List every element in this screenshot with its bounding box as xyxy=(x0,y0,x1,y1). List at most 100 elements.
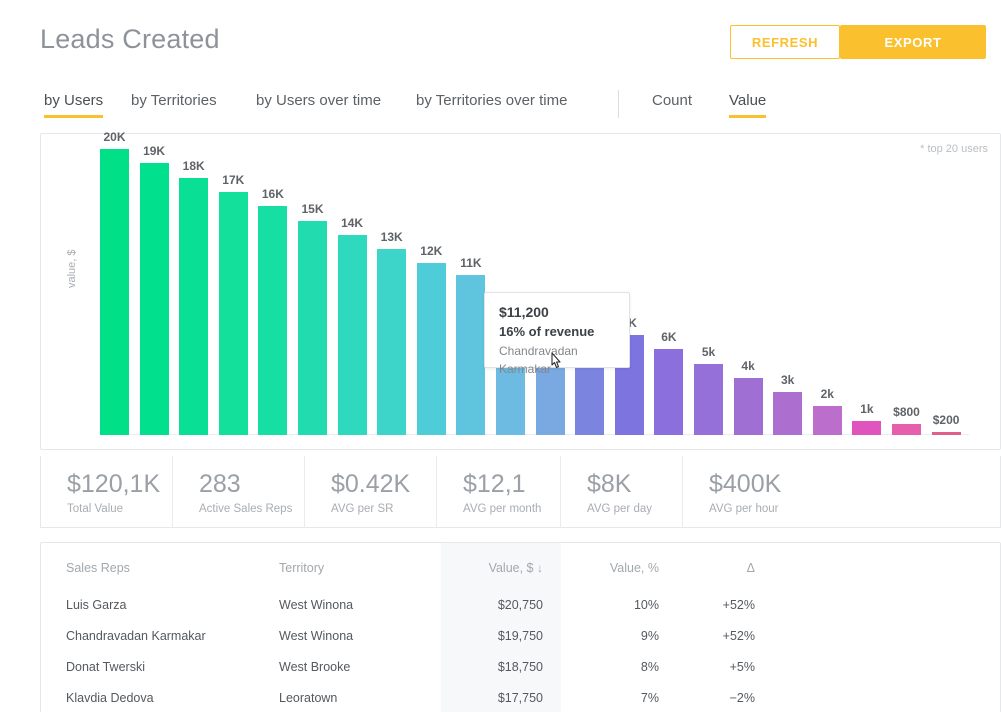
cell-territory: West Winona xyxy=(279,597,354,612)
chart-bar[interactable] xyxy=(694,363,723,435)
chart-bar[interactable] xyxy=(139,163,169,435)
column-header-value-percent[interactable]: Value, % xyxy=(561,543,677,589)
stat-value: $12,1 xyxy=(463,470,526,498)
tab-by-territories-over-time[interactable]: by Territories over time xyxy=(416,92,567,118)
chart-bar[interactable] xyxy=(416,263,446,435)
cell-value-percent: 7% xyxy=(640,690,659,705)
cell-value-dollars: $20,750 xyxy=(441,589,561,620)
chart-bar-label: 20K xyxy=(103,130,126,144)
leads-table: Sales Reps Territory Value, $ ↓ Value, %… xyxy=(41,543,1000,712)
chart-bar-label: 4k xyxy=(741,358,755,373)
column-header-spacer xyxy=(767,543,1000,589)
chart-bar[interactable] xyxy=(931,432,961,435)
chart-bar[interactable] xyxy=(337,234,367,435)
chart-bar-label: 16K xyxy=(261,187,284,202)
column-header-sales-reps[interactable]: Sales Reps xyxy=(41,543,279,589)
refresh-button[interactable]: REFRESH xyxy=(730,25,840,59)
cell-value-dollars: $17,750 xyxy=(441,682,561,712)
cell-territory: West Brooke xyxy=(279,659,351,674)
chart-bar[interactable] xyxy=(218,191,248,435)
chart-bar[interactable] xyxy=(654,349,684,435)
stat-value: $8K xyxy=(587,470,632,498)
tooltip-value: $11,200 xyxy=(499,304,549,320)
chart-bar[interactable] xyxy=(100,149,129,435)
bar-chart-plot[interactable]: 20K19K18K17K16K15K14K13K12K11K7K6K5k4k3k… xyxy=(100,130,970,435)
cell-spacer xyxy=(767,651,1000,682)
stat-card: $8K AVG per day xyxy=(561,456,683,528)
stat-label: AVG per SR xyxy=(331,503,394,515)
chart-bar[interactable] xyxy=(456,274,486,435)
cell-sales-rep: Donat Twerski xyxy=(66,659,145,674)
stat-label: AVG per hour xyxy=(709,503,779,515)
chart-bar-label: 18K xyxy=(182,158,205,173)
table-row[interactable]: Klavdia Dedova Leoratown $17,750 7% −2% xyxy=(41,682,1000,712)
tab-bar: by Users by Territories by Users over time… xyxy=(0,90,1001,128)
stat-card: 283 Active Sales Reps xyxy=(173,456,305,528)
cell-value-dollars: $19,750 xyxy=(441,620,561,651)
tab-value[interactable]: Value xyxy=(729,92,767,118)
cell-territory: Leoratown xyxy=(279,690,338,705)
chart-bar[interactable] xyxy=(258,206,288,435)
chart-bar[interactable] xyxy=(773,392,803,435)
stat-value: $0.42K xyxy=(331,470,411,498)
table-header-row: Sales Reps Territory Value, $ ↓ Value, %… xyxy=(41,543,1000,589)
stat-label: Total Value xyxy=(67,503,124,515)
cell-spacer xyxy=(767,589,1000,620)
stat-card: $120,1K Total Value xyxy=(41,456,173,528)
cell-sales-rep: Klavdia Dedova xyxy=(66,690,154,705)
cell-delta: +5% xyxy=(729,659,755,674)
chart-bar[interactable] xyxy=(733,377,763,435)
stat-label: Active Sales Reps xyxy=(199,503,293,515)
chart-bar[interactable] xyxy=(892,423,921,435)
chart-bar[interactable] xyxy=(377,249,407,435)
y-axis-label: value, $ xyxy=(66,249,78,288)
chart-bar[interactable] xyxy=(812,406,842,435)
table-row[interactable]: Chandravadan Karmakar West Winona $19,750 9… xyxy=(41,620,1000,651)
stat-value: $120,1K xyxy=(67,470,161,498)
cell-delta: +52% xyxy=(722,597,755,612)
mouse-pointer-icon xyxy=(551,352,561,369)
tab-by-users-over-time[interactable]: by Users over time xyxy=(256,92,381,118)
chart-bar-label: 5k xyxy=(701,344,716,359)
chart-bar[interactable] xyxy=(852,420,882,435)
cell-spacer xyxy=(767,682,1000,712)
tab-by-territories[interactable]: by Territories xyxy=(131,92,217,118)
cell-delta: +52% xyxy=(722,628,755,643)
cell-delta: −2% xyxy=(729,690,755,705)
chart-bar-label: 2k xyxy=(820,387,834,402)
column-header-territory[interactable]: Territory xyxy=(279,543,441,589)
sort-descending-icon: ↓ xyxy=(537,561,543,575)
stat-label: AVG per day xyxy=(587,503,652,515)
table-row[interactable]: Donat Twerski West Brooke $18,750 8% +5% xyxy=(41,651,1000,682)
chart-bar-label: 17K xyxy=(222,172,245,187)
chart-bar-label: 11K xyxy=(460,255,482,270)
chart-bar-label: 6K xyxy=(661,330,677,345)
chart-bar[interactable] xyxy=(298,220,327,435)
chart-bar[interactable] xyxy=(179,177,209,435)
stat-value: $400K xyxy=(709,470,782,498)
cell-value-percent: 8% xyxy=(640,659,659,674)
tooltip-percent: 16% of revenue xyxy=(499,324,595,339)
chart-bar-label: 15K xyxy=(301,201,324,216)
cell-spacer xyxy=(767,620,1000,651)
stat-card: $12,1 AVG per month xyxy=(437,456,561,528)
chart-bar-label: 13K xyxy=(380,230,403,245)
chart-bar-label: $200 xyxy=(932,413,960,427)
tab-by-users[interactable]: by Users xyxy=(44,92,104,118)
stats-summary-row: $120,1K Total Value 283 Active Sales Reps $0… xyxy=(40,456,1001,528)
chart-bar-label: 3k xyxy=(781,373,795,388)
dashboard-page: Leads Created REFRESH EXPORT by Users by … xyxy=(0,0,1001,712)
column-header-delta[interactable]: Δ xyxy=(677,543,767,589)
cell-value-percent: 10% xyxy=(633,597,659,612)
stat-card: $400K AVG per hour xyxy=(683,456,1000,528)
export-button[interactable]: EXPORT xyxy=(840,25,986,59)
cell-value-dollars: $18,750 xyxy=(441,651,561,682)
stat-value: 283 xyxy=(199,470,241,498)
table-row[interactable]: Luis Garza West Winona $20,750 10% +52% xyxy=(41,589,1000,620)
column-header-value-dollars-label: Value, $ xyxy=(488,561,534,575)
page-header: Leads Created REFRESH EXPORT xyxy=(0,0,1001,84)
column-header-value-dollars[interactable]: Value, $ ↓ xyxy=(441,543,561,589)
cell-territory: West Winona xyxy=(279,628,354,643)
tab-count[interactable]: Count xyxy=(652,92,692,118)
cell-sales-rep: Chandravadan Karmakar xyxy=(66,628,206,643)
